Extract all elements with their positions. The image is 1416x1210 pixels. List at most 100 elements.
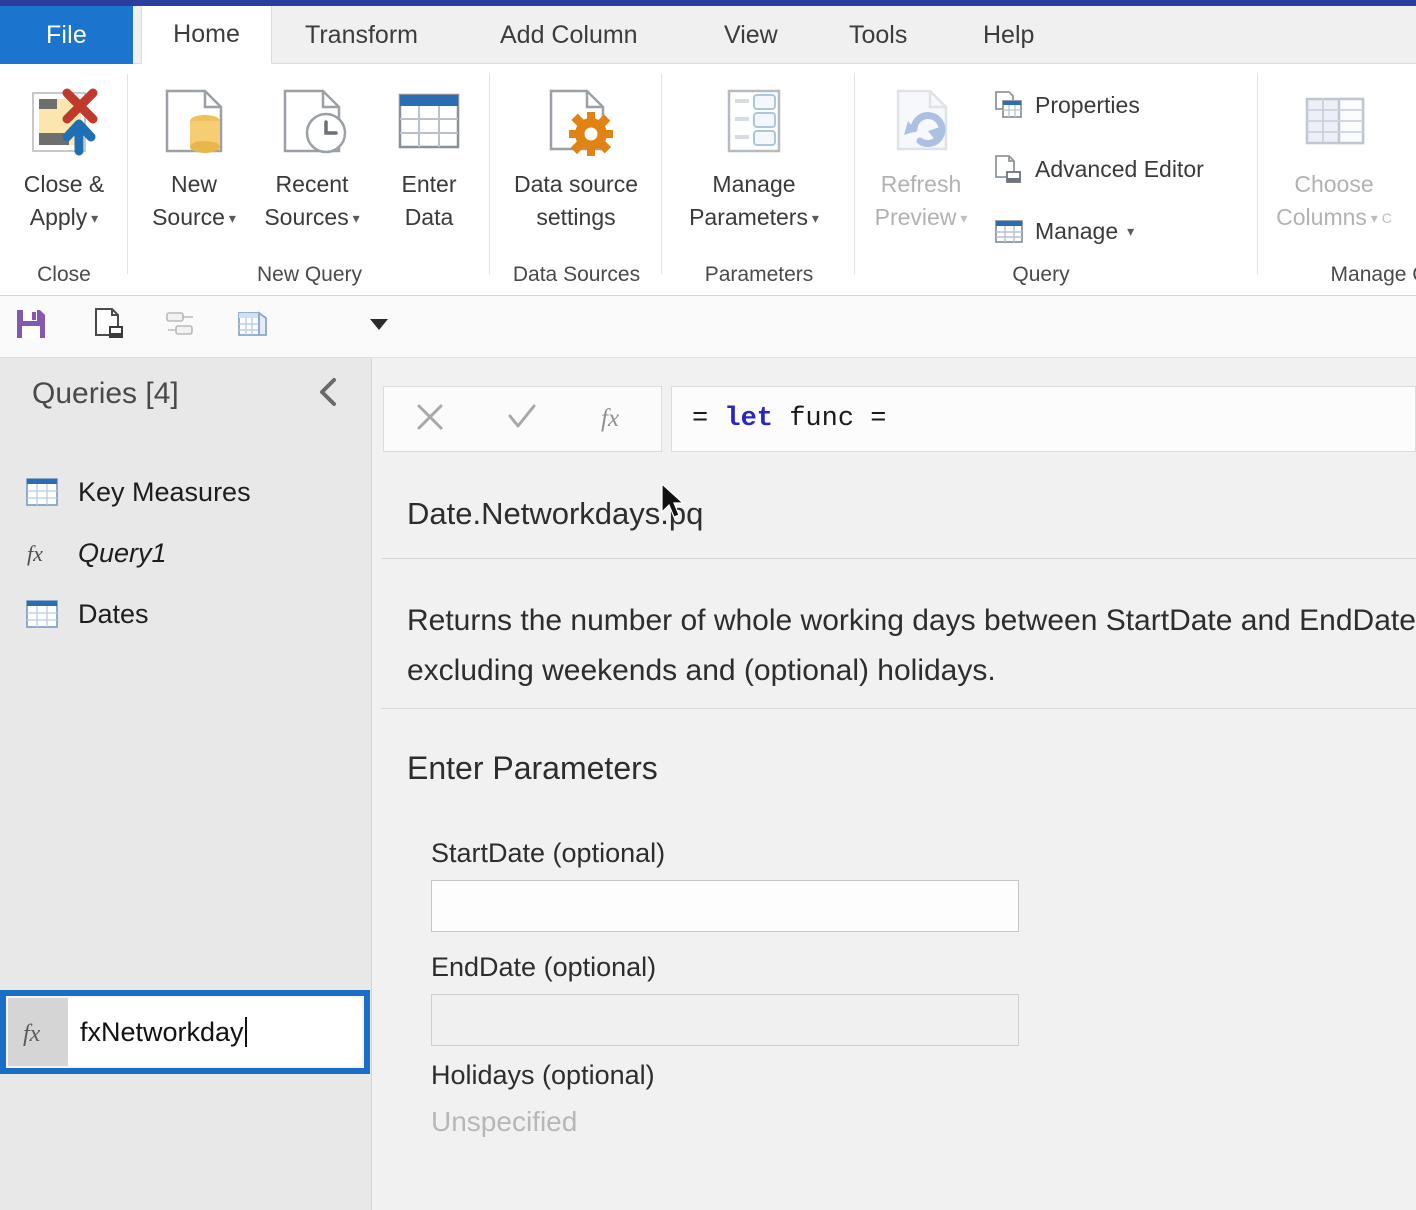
svg-text:fx: fx [27, 541, 43, 566]
manage-parameters-label: Manage Parameters ▾ [689, 171, 819, 230]
accept-formula-button[interactable] [490, 391, 554, 447]
choose-columns-icon [1291, 72, 1377, 168]
properties-button[interactable]: Properties [992, 88, 1140, 122]
tab-transform[interactable]: Transform [283, 6, 440, 64]
advanced-editor-label: Advanced Editor [1035, 155, 1204, 182]
ribbon-group-data-sources: Data source settings Data Sources [491, 64, 662, 295]
fx-icon: fx [22, 533, 62, 573]
close-and-apply-button[interactable]: Close & Apply ▾ [0, 72, 129, 233]
manage-parameters-button[interactable]: Manage Parameters ▾ [689, 72, 819, 233]
svg-text:fx: fx [601, 405, 619, 432]
save-button[interactable] [4, 300, 58, 354]
data-source-settings-icon [533, 72, 619, 168]
apply-changes-button[interactable] [82, 300, 136, 354]
manage-label: Manage [1035, 217, 1119, 244]
tab-tools[interactable]: Tools [827, 6, 929, 64]
data-source-settings-button[interactable]: Data source settings [511, 72, 641, 233]
cancel-formula-button[interactable] [398, 391, 462, 447]
new-source-button[interactable]: New Source ▾ [129, 72, 259, 233]
holidays-label: Holidays (optional) [431, 1060, 655, 1090]
new-source-icon [151, 72, 237, 168]
query-name-input[interactable]: fxNetworkday [68, 998, 362, 1066]
data-source-settings-label: Data source settings [513, 171, 638, 230]
close-icon [413, 400, 447, 439]
chevron-down-icon: ▾ [1127, 222, 1135, 239]
tab-home[interactable]: Home [141, 6, 272, 64]
formula-rest: func = [789, 404, 887, 434]
tab-view[interactable]: View [702, 6, 800, 64]
query-name-input-value: fxNetworkday [80, 1016, 244, 1047]
merge-queries-button[interactable] [154, 300, 208, 354]
recent-sources-button[interactable]: Recent Sources ▾ [247, 72, 377, 233]
check-icon [505, 400, 539, 439]
startdate-label: StartDate (optional) [431, 838, 666, 868]
mouse-cursor [660, 482, 686, 522]
function-description: Returns the number of whole working days… [407, 604, 1416, 687]
table-icon [22, 472, 62, 512]
chevron-down-icon [366, 311, 392, 342]
collapse-queries-pane-button[interactable] [306, 372, 350, 416]
table-icon [235, 306, 271, 347]
description-divider [381, 708, 1416, 709]
refresh-preview-button[interactable]: Refresh Preview ▾ [856, 72, 986, 233]
table-icon [22, 594, 62, 634]
group-title-query: Query [1012, 263, 1070, 286]
merge-queries-icon [163, 306, 199, 347]
fx-icon: fx [8, 998, 68, 1066]
queries-pane: Queries [4] Key Measures fx Query1 Dates… [0, 358, 372, 1210]
chevron-down-icon: ▾ [224, 209, 236, 226]
tab-add-column[interactable]: Add Column [478, 6, 660, 64]
recent-sources-icon [269, 72, 355, 168]
apply-changes-icon [91, 306, 127, 347]
queries-pane-title: Queries [4] [32, 377, 179, 410]
manage-button[interactable]: Manage ▾ [992, 214, 1134, 248]
tab-file[interactable]: File [0, 6, 133, 64]
tab-transform-label: Transform [305, 20, 418, 49]
ribbon-group-manage-columns: Choose Columns ▾ C Manage C [1259, 64, 1416, 295]
group-title-manage-columns: Manage C [1330, 263, 1416, 286]
properties-icon [992, 88, 1026, 122]
new-source-label: New Source ▾ [152, 171, 236, 230]
queries-pane-header: Queries [4] [0, 358, 372, 430]
choose-columns-label: Choose Columns ▾ C [1276, 171, 1392, 230]
advanced-editor-button[interactable]: Advanced Editor [992, 152, 1204, 186]
enter-data-button[interactable]: Enter Data [364, 72, 494, 233]
close-and-apply-icon [21, 72, 107, 168]
tab-help-label: Help [983, 20, 1035, 49]
formula-input[interactable]: = let func = [671, 386, 1416, 452]
startdate-input[interactable] [431, 880, 1019, 932]
query-item-rename-editor[interactable]: fx fxNetworkday [0, 990, 370, 1074]
close-and-apply-label: Close & Apply ▾ [23, 171, 105, 230]
chevron-down-icon: ▾ [956, 209, 968, 226]
ribbon: Close & Apply ▾ Close New Source ▾ Recen… [0, 64, 1416, 296]
text-cursor [244, 1017, 247, 1047]
new-table-button[interactable] [226, 300, 280, 354]
manage-icon [992, 214, 1026, 248]
query-item-label: Dates [78, 598, 149, 629]
ribbon-group-query: Refresh Preview ▾ Properties Advanced Ed… [856, 64, 1258, 295]
save-icon [13, 306, 49, 347]
enddate-input[interactable] [431, 994, 1019, 1046]
chevron-down-icon: ▾ [1366, 209, 1378, 226]
chevron-down-icon: ▾ [807, 209, 819, 226]
title-divider [381, 558, 1416, 559]
query-item-query1[interactable]: fx Query1 [0, 525, 372, 581]
holidays-value: Unspecified [431, 1106, 578, 1137]
tab-help[interactable]: Help [961, 6, 1056, 64]
quick-access-overflow-button[interactable] [352, 300, 406, 354]
tab-home-label: Home [173, 20, 240, 48]
refresh-preview-icon [878, 72, 964, 168]
properties-label: Properties [1035, 91, 1140, 118]
group-title-data-sources: Data Sources [512, 263, 641, 286]
tab-add-column-label: Add Column [500, 20, 638, 49]
query-item-dates[interactable]: Dates [0, 586, 372, 642]
enter-parameters-heading: Enter Parameters [407, 750, 658, 786]
ribbon-group-parameters: Manage Parameters ▾ Parameters [663, 64, 855, 295]
insert-function-button[interactable]: fx [583, 391, 647, 447]
choose-columns-button[interactable]: Choose Columns ▾ C [1269, 72, 1399, 233]
enter-data-icon [386, 72, 472, 168]
group-title-new-query: New Query [256, 263, 363, 286]
tab-view-label: View [724, 20, 778, 49]
tab-tools-label: Tools [849, 20, 908, 49]
query-item-key-measures[interactable]: Key Measures [0, 464, 372, 520]
